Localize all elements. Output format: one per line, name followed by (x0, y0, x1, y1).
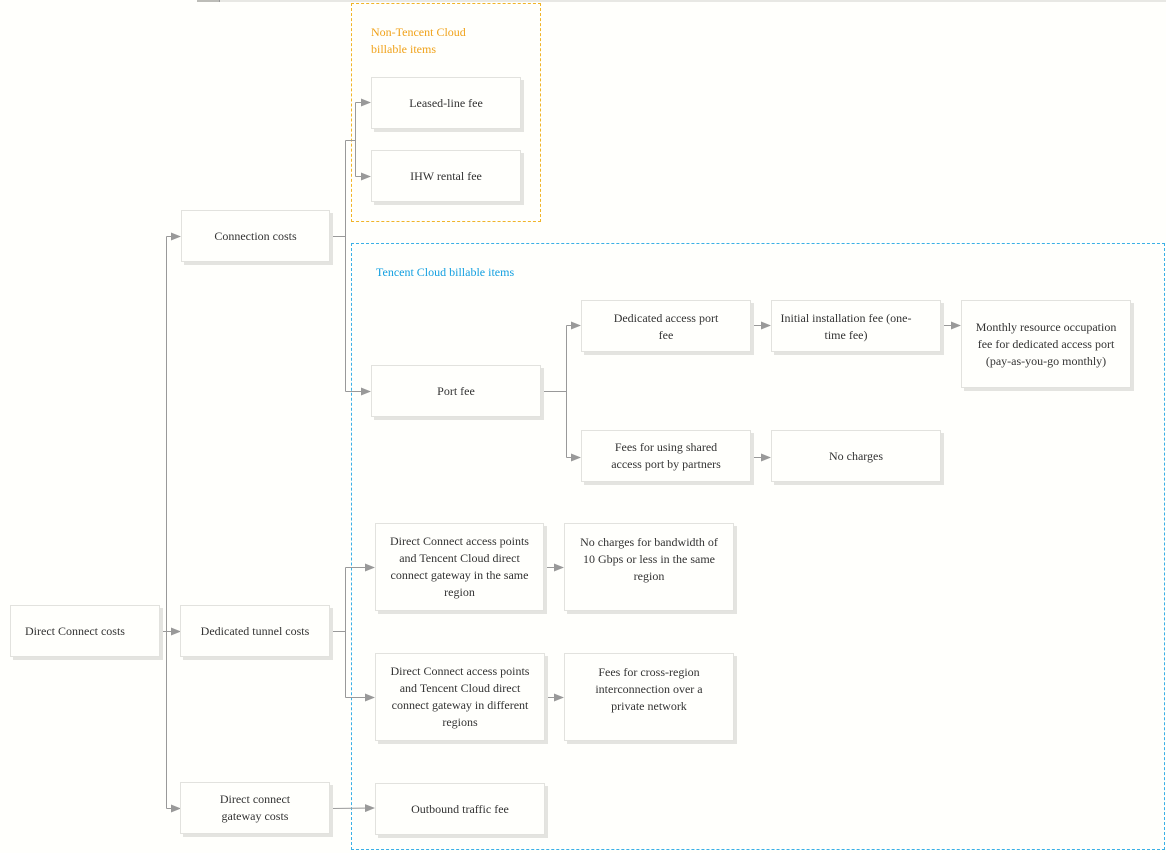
connector-connection-trunk (330, 102, 356, 392)
node-shared-port-fee[interactable]: Fees for using shared access port by par… (581, 430, 751, 482)
node-ihw-rental-fee[interactable]: IHW rental fee (371, 150, 521, 202)
node-outbound-traffic-fee-label: Outbound traffic fee (411, 801, 509, 816)
node-different-regions[interactable]: Direct Connect access points and Tencent… (375, 653, 545, 741)
node-direct-connect-costs[interactable]: Direct Connect costs (10, 605, 160, 657)
node-monthly-resource-fee-label: Monthly resource occupation fee for dedi… (975, 319, 1117, 368)
node-direct-connect-costs-label: Direct Connect costs (25, 623, 125, 638)
node-leased-line-fee[interactable]: Leased-line fee (371, 77, 521, 129)
node-outbound-traffic-fee[interactable]: Outbound traffic fee (375, 783, 545, 835)
node-connection-costs[interactable]: Connection costs (181, 210, 330, 262)
node-gateway-costs[interactable]: Direct connect gateway costs (180, 782, 330, 834)
node-same-region-result[interactable]: No charges for bandwidth of 10 Gbps or l… (564, 523, 734, 611)
node-dedicated-tunnel-costs[interactable]: Dedicated tunnel costs (180, 605, 330, 657)
node-port-fee-label: Port fee (437, 383, 475, 398)
node-same-region-label: Direct Connect access points and Tencent… (390, 534, 529, 599)
node-connection-costs-label: Connection costs (214, 228, 297, 243)
node-initial-installation-fee[interactable]: Initial installation fee (one-time fee) (771, 300, 941, 352)
node-different-regions-result[interactable]: Fees for cross-region interconnection ov… (564, 653, 734, 741)
node-dedicated-access-port-fee-label: Dedicated access port fee (613, 311, 719, 342)
node-gateway-costs-label: Direct connect gateway costs (219, 792, 291, 823)
connector-tunnel-trunk (330, 567, 346, 698)
node-same-region-result-label: No charges for bandwidth of 10 Gbps or l… (580, 534, 718, 583)
node-same-region[interactable]: Direct Connect access points and Tencent… (375, 523, 544, 611)
node-monthly-resource-fee[interactable]: Monthly resource occupation fee for dedi… (961, 300, 1131, 388)
node-dedicated-access-port-fee[interactable]: Dedicated access port fee (581, 300, 751, 352)
node-different-regions-result-label: Fees for cross-region interconnection ov… (595, 664, 703, 713)
node-no-charges-label: No charges (828, 448, 884, 463)
node-shared-port-fee-label: Fees for using shared access port by par… (611, 440, 721, 471)
connector-root-trunk (160, 236, 167, 809)
node-different-regions-label: Direct Connect access points and Tencent… (390, 664, 530, 729)
node-no-charges[interactable]: No charges (771, 430, 941, 482)
node-initial-installation-fee-label: Initial installation fee (one-time fee) (780, 311, 912, 342)
node-ihw-rental-fee-label: IHW rental fee (410, 168, 482, 183)
connector-port-trunk (541, 325, 567, 458)
connector-to-outbound (329, 804, 375, 813)
node-leased-line-fee-label: Leased-line fee (409, 95, 483, 110)
node-dedicated-tunnel-costs-label: Dedicated tunnel costs (200, 623, 310, 638)
node-port-fee[interactable]: Port fee (371, 365, 541, 417)
